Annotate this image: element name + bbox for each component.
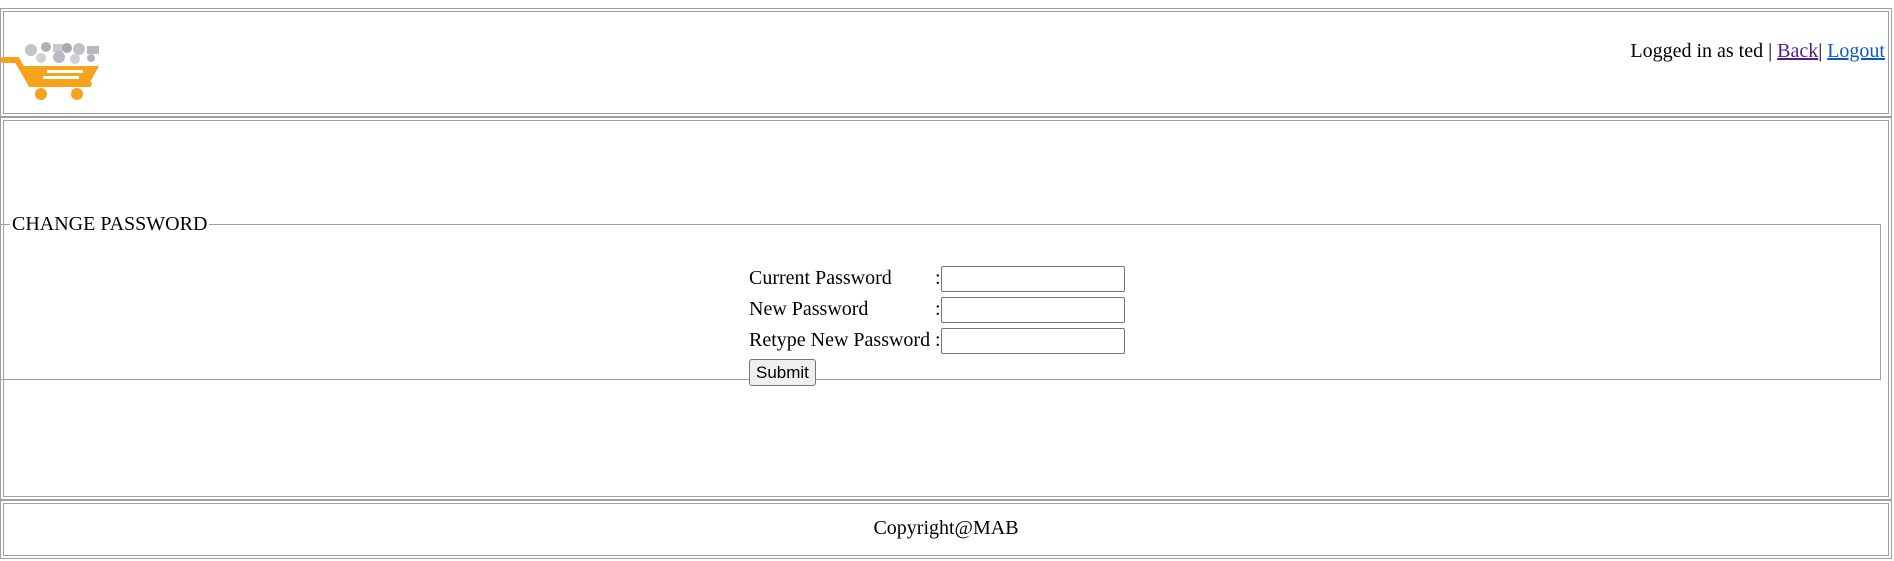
- current-password-row: Current Password :: [749, 263, 1125, 294]
- header-frame: Logged in as ted | Back| Logout: [0, 8, 1892, 117]
- nav-separator: |: [1818, 40, 1823, 62]
- current-password-input[interactable]: [941, 265, 1125, 292]
- retype-password-label: Retype New Password: [749, 329, 931, 351]
- back-link[interactable]: Back: [1777, 40, 1818, 62]
- new-password-row: New Password :: [749, 294, 1125, 325]
- retype-password-input[interactable]: [941, 327, 1125, 354]
- change-password-form: Current Password : New Password : Retype…: [749, 263, 1125, 388]
- change-password-legend: CHANGE PASSWORD: [12, 213, 208, 235]
- logged-in-text: Logged in as ted |: [1630, 40, 1773, 62]
- retype-password-row: Retype New Password :: [749, 325, 1125, 356]
- copyright-text: Copyright@MAB: [873, 517, 1019, 539]
- user-nav: Logged in as ted | Back| Logout: [1630, 40, 1885, 63]
- submit-row: Submit: [749, 357, 1125, 388]
- new-password-input[interactable]: [941, 296, 1125, 323]
- change-password-fieldset: CHANGE PASSWORD Current Password : New P…: [0, 213, 1881, 386]
- shopping-cart-logo-icon: [1, 42, 99, 100]
- current-password-label: Current Password: [749, 267, 892, 289]
- footer-frame: Copyright@MAB: [0, 500, 1892, 559]
- logout-link[interactable]: Logout: [1827, 40, 1885, 62]
- header-inner-border: [3, 11, 1889, 114]
- new-password-label: New Password: [749, 298, 869, 320]
- submit-button[interactable]: Submit: [749, 359, 816, 386]
